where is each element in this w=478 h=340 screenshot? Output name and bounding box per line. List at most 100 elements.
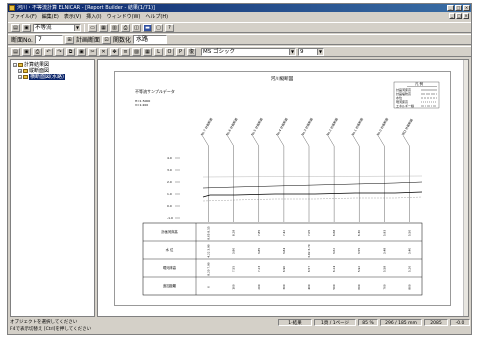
table-row-label: 計画河床高 [161,229,178,234]
menu-help[interactable]: ヘルプ(H) [145,13,168,21]
window-title: 河川・不等流計算 ELNICAR - [Report Builder - 結果(… [17,5,155,11]
embankment-line [202,175,423,178]
minimize-button[interactable]: _ [447,5,454,11]
report-title: 河川縦断図 [271,75,294,82]
folder-icon [23,69,28,73]
doc-close-button[interactable]: × [463,13,469,19]
menu-bar: ファイル(F) 編集(E) 表示(V) 挿入(I) ウィンドウ(W) ヘルプ(H… [8,13,471,21]
maximize-button[interactable]: □ [455,5,462,11]
page-setup-icon[interactable]: ▭ [88,23,97,32]
report-drawing: 河川縦断図 不等流サンプルデータ H=1:5000 V=1:200 凡 例 計画… [135,75,440,296]
table-cell: 3.85 [257,248,261,254]
table-cell: 7.42 [282,230,286,236]
station-header: No.6 計画断面 [224,117,238,137]
app-window: 河川・不等流計算 ELNICAR - [Report Builder - 結果(… [7,3,472,335]
print-icon[interactable]: ⎙ [121,23,130,32]
text-o-button[interactable]: O [165,47,174,56]
table-icon[interactable]: ▦ [143,47,152,56]
cut-icon[interactable]: ✂ [88,47,97,56]
table-cell: 300 [282,284,286,290]
save-file-icon[interactable]: ▣ [22,47,31,56]
move-icon[interactable]: ✥ [110,47,119,56]
vertical-scrollbar[interactable] [463,60,468,316]
station-leader [378,135,385,147]
folder-icon [18,63,23,67]
table-cell: 5.58 [382,266,386,272]
delete-icon[interactable]: ✕ [99,47,108,56]
table-cell: 6.24 [332,266,336,272]
table-cell: 700 [382,284,386,290]
align-icon[interactable]: ≡ [121,47,130,56]
mode-select[interactable]: 不等流 ▼ [33,23,81,32]
data-table: 計画河床高 8.65 8.15 8.28 7.85 7.42 7.05 6.68 6.30 5.… [142,222,423,296]
image-icon[interactable]: ▨ [132,47,141,56]
save-icon[interactable]: ▣ [22,23,31,32]
report-subtitle: 不等流サンプルデータ [135,88,175,94]
undo-icon[interactable]: ↶ [44,47,53,56]
text-p-button[interactable]: P [176,47,185,56]
elevation-tick-label: 2.0 [167,180,172,184]
new-icon[interactable]: ▤ [11,47,20,56]
profile-lines [202,175,423,202]
chevron-down-icon: ▼ [74,24,80,31]
font-size-value: 9 [300,48,304,55]
open-icon[interactable]: ▤ [11,23,20,32]
grid-icon[interactable]: ▥ [110,23,119,32]
table-cell: 6.57 [307,266,311,272]
table-cell: 200 [257,284,261,290]
print-preview-icon[interactable]: ▦ [99,23,108,32]
status-size: 296 / 185 mm [380,319,422,326]
elevation-tick-label: -1.0 [167,216,173,220]
expand-icon[interactable]: + [18,69,22,73]
station-leader [252,135,259,147]
table-cell: 7.23 [257,266,261,272]
text-l-button[interactable]: L [154,47,163,56]
menu-insert[interactable]: 挿入(I) [86,13,101,21]
station-header: No.2 計画断面 [325,117,339,137]
report-canvas[interactable]: 河川縦断図 不等流サンプルデータ H=1:5000 V=1:200 凡 例 計画… [97,59,469,317]
plan-section-icon[interactable]: ⊞ [64,35,74,44]
window-icon[interactable]: ▢ [154,23,163,32]
app-icon [9,5,15,11]
doc-minimize-button[interactable]: _ [449,13,455,19]
report-page[interactable]: 河川縦断図 不等流サンプルデータ H=1:5000 V=1:200 凡 例 計画… [114,71,451,306]
menu-file[interactable]: ファイル(F) [10,13,37,21]
bed-line [202,191,423,198]
table-cell: 3.62 [332,248,336,254]
elevation-tick-label: 1.0 [167,192,172,196]
font-select[interactable]: MS ゴシック ▼ [201,47,296,56]
section-number-input[interactable]: 7 [34,35,63,44]
menu-view[interactable]: 表示(V) [64,13,81,21]
redo-icon[interactable]: ↷ [55,47,64,56]
function-label: 関数化 [112,37,131,44]
function-icon[interactable]: ⊡ [101,35,111,44]
station-lines: No.7 計画断面 No.6 計画断面 No.5 計画断面 No.4 計画断面 No.3… [199,117,414,222]
table-cell: 0 [207,286,211,288]
display-icon[interactable]: ▬ [143,23,152,32]
table-cell: 3.86 [232,248,236,254]
help-icon[interactable]: ? [165,23,174,32]
font-size-select[interactable]: 9 ▼ [298,47,324,56]
station-leader [327,135,335,147]
table-cell: 7.85 [257,230,261,236]
menu-edit[interactable]: 編集(E) [42,13,59,21]
tree-item-selected[interactable]: − 横断面図(水路) [13,74,92,80]
doc-restore-button[interactable]: □ [456,13,462,19]
menu-window[interactable]: ウィンドウ(W) [107,13,141,21]
print-doc-icon[interactable]: ⎙ [33,47,42,56]
close-button[interactable]: × [463,5,470,11]
chart-icon[interactable]: ◫ [132,23,141,32]
elevation-tick-label: 3.0 [167,168,172,172]
toolbar-separator [84,23,85,32]
table-cell: 3.48 [382,248,386,254]
status-object: 1-結果 [278,319,312,326]
table-cell: 8.20 7.90 [207,262,211,276]
copy-icon[interactable]: ⧉ [66,47,75,56]
collapse-icon[interactable]: − [13,63,17,67]
paste-icon[interactable]: ▣ [77,47,86,56]
table-cell: 8.28 [232,230,236,236]
collapse-icon[interactable]: − [18,75,22,79]
waterway-field[interactable]: 水路 [133,35,167,44]
table-cell: 7.55 [232,266,236,272]
restore-button[interactable]: 復 [187,47,196,56]
